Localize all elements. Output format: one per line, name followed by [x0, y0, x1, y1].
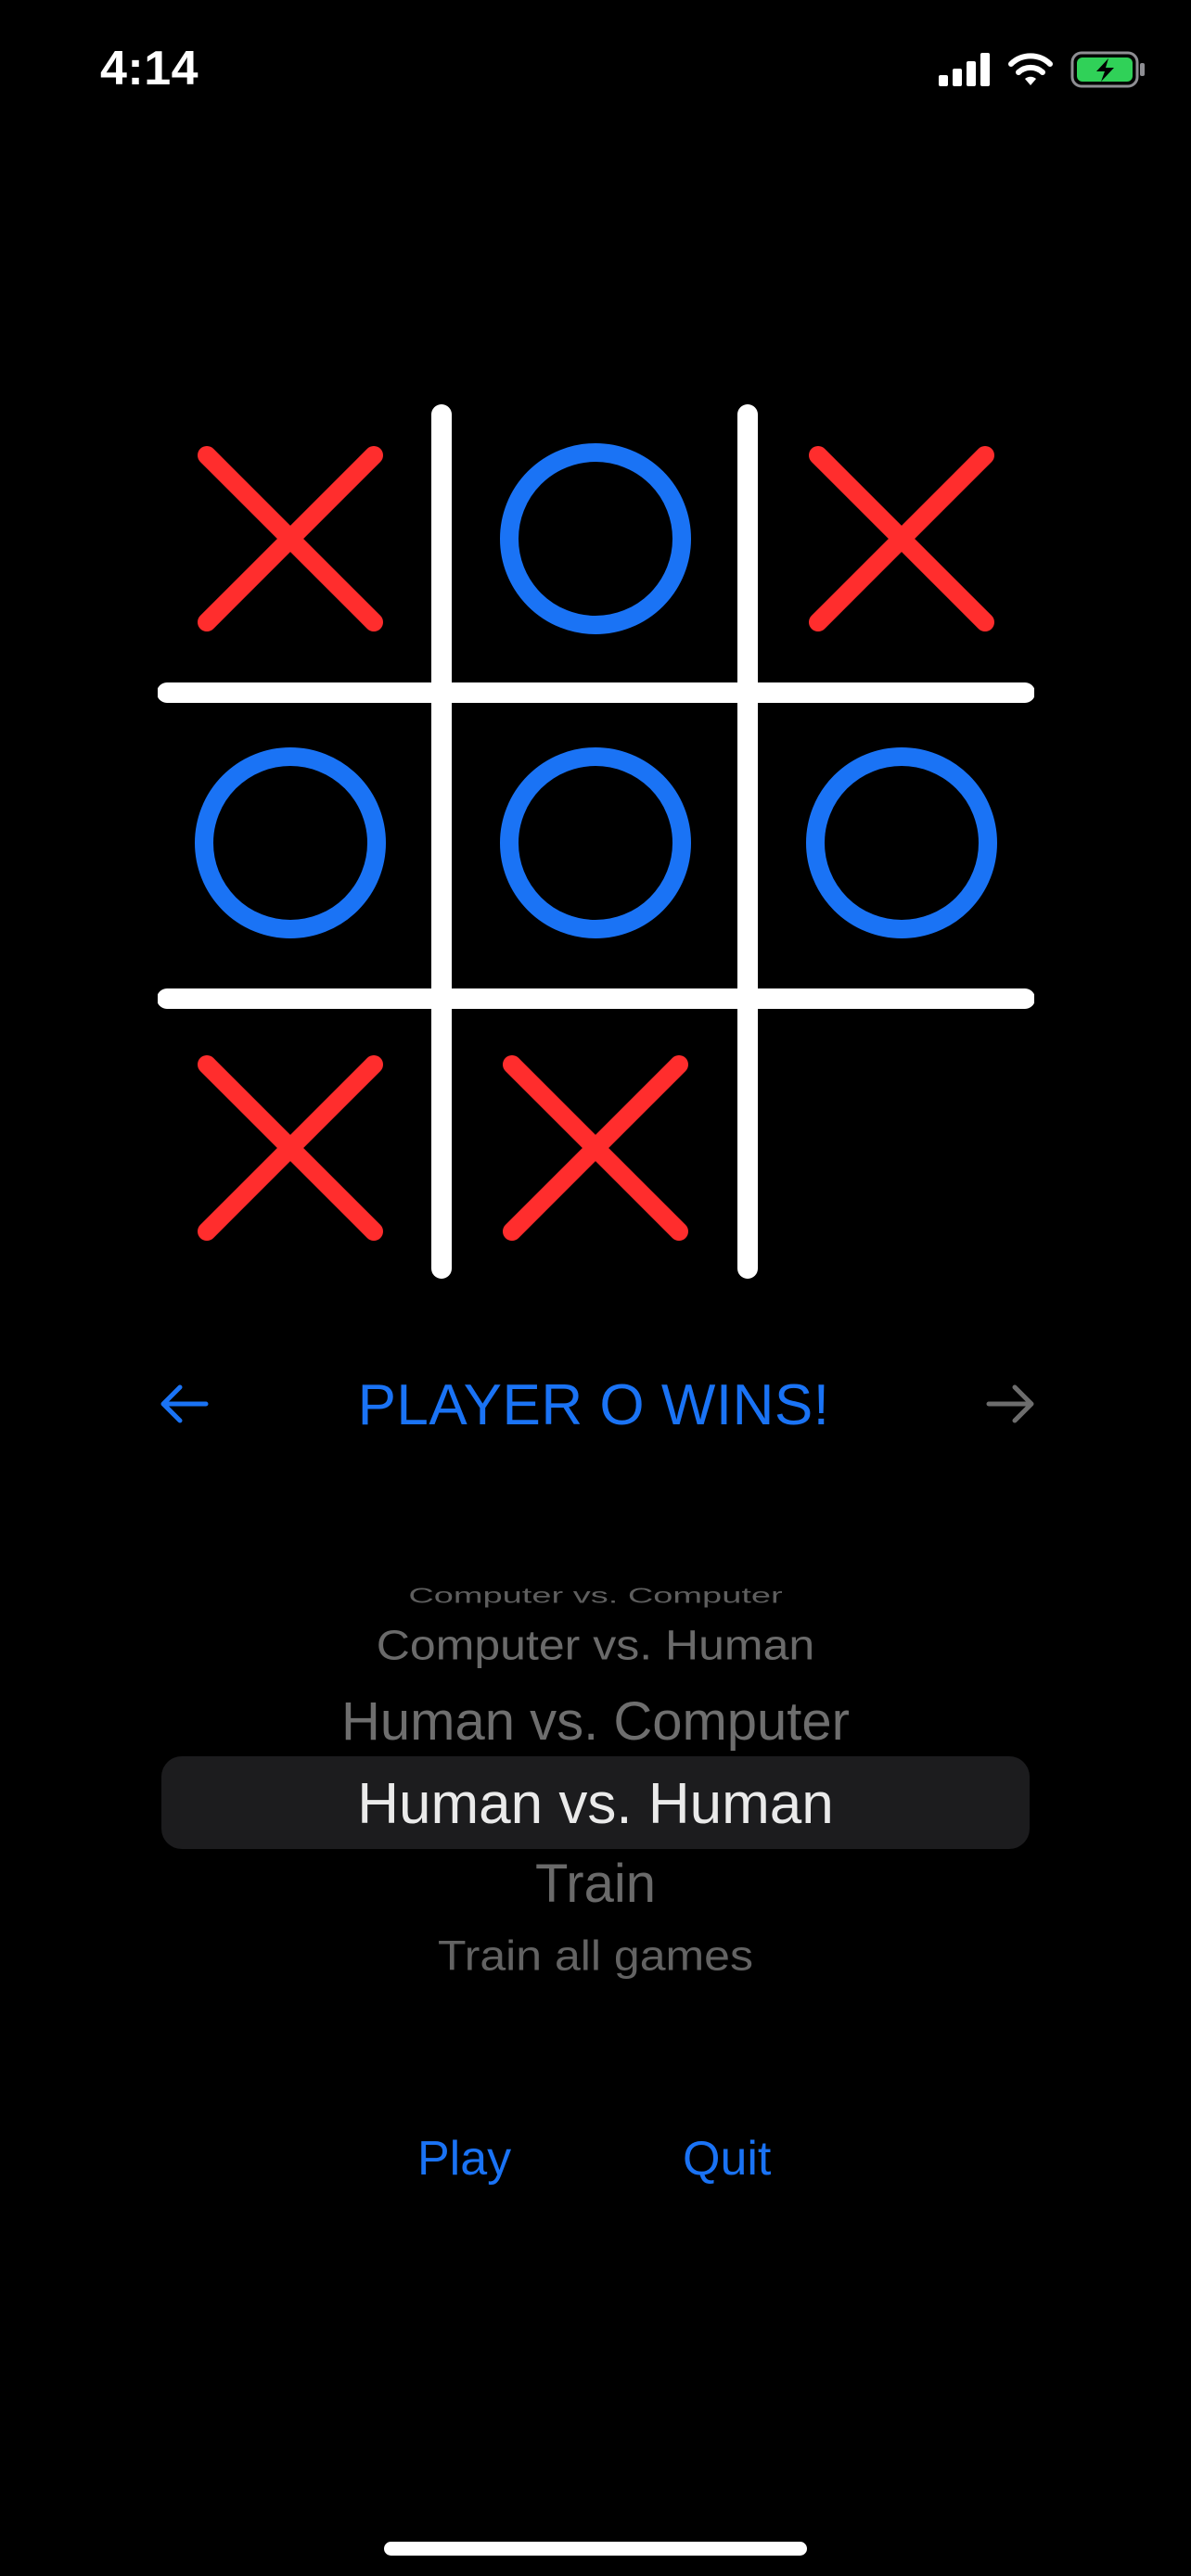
result-text: PLAYER O WINS!: [357, 1373, 830, 1437]
battery-charging-icon: [1070, 51, 1146, 93]
picker-option[interactable]: Human vs. Computer: [161, 1690, 1030, 1753]
board-cell[interactable]: [456, 704, 735, 982]
board-cell[interactable]: [158, 704, 429, 982]
mode-picker[interactable]: Computer vs. Computer Computer vs. Human…: [161, 1558, 1030, 2003]
result-row: PLAYER O WINS!: [148, 1363, 1039, 1447]
status-time: 4:14: [100, 42, 199, 96]
board-cell[interactable]: [762, 704, 1034, 982]
action-row: Play Quit: [0, 2131, 1191, 2205]
board-cell[interactable]: [762, 403, 1034, 678]
board-cell[interactable]: [158, 1009, 429, 1280]
picker-option[interactable]: Computer vs. Human: [161, 1621, 1030, 1669]
board-cell[interactable]: [762, 1009, 1034, 1280]
picker-option[interactable]: Train: [161, 1853, 1030, 1915]
wifi-icon: [1007, 52, 1054, 92]
board-cell[interactable]: [456, 403, 735, 678]
picker-option[interactable]: Computer vs. Computer: [161, 1584, 1030, 1609]
status-bar: 4:14: [0, 0, 1191, 139]
status-icons: [939, 48, 1146, 95]
board-cell[interactable]: [158, 403, 429, 678]
quit-button[interactable]: Quit: [683, 2131, 771, 2187]
board-canvas: [158, 403, 1034, 1280]
play-button[interactable]: Play: [417, 2131, 511, 2187]
cellular-signal-icon: [939, 52, 991, 91]
arrow-right-icon[interactable]: [983, 1376, 1039, 1432]
picker-option-selected[interactable]: Human vs. Human: [161, 1771, 1030, 1837]
board-cell[interactable]: [456, 1009, 735, 1280]
home-indicator: [384, 2542, 807, 2556]
game-board: [158, 403, 1034, 1280]
picker-option[interactable]: Train all games: [161, 1932, 1030, 1980]
